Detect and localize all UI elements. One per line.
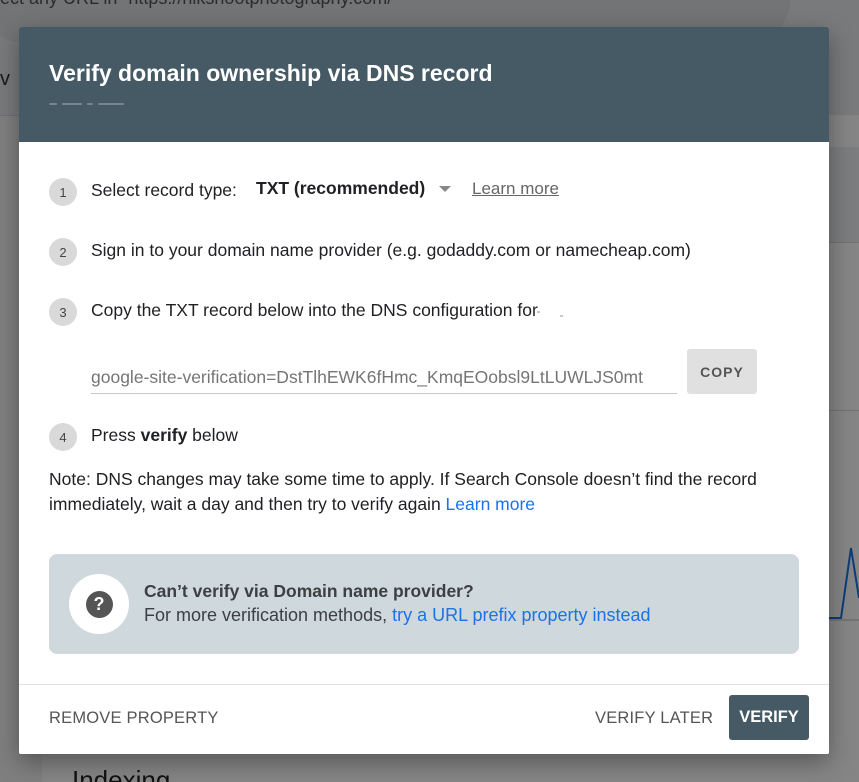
record-type-select[interactable]: TXT (recommended): [256, 178, 452, 199]
step-number: 1: [49, 178, 77, 206]
url-prefix-link[interactable]: try a URL prefix property instead: [392, 605, 650, 625]
step-number: 3: [49, 298, 77, 326]
callout-body: For more verification methods, try a URL…: [144, 605, 651, 626]
note-text: Note: DNS changes may take some time to …: [49, 469, 757, 514]
redacted-domain: [537, 311, 565, 317]
step-text: Select record type:: [91, 180, 237, 200]
step-text: Press verify below: [91, 425, 238, 446]
help-icon: ?: [85, 590, 113, 618]
dialog-title: Verify domain ownership via DNS record: [49, 60, 493, 86]
step-text: Copy the TXT record below into the DNS c…: [91, 300, 538, 320]
verify-button[interactable]: VERIFY: [729, 695, 809, 740]
alternative-method-callout: ? Can’t verify via Domain name provider?…: [49, 554, 799, 654]
copy-button[interactable]: COPY: [687, 349, 757, 394]
dialog-footer: REMOVE PROPERTY VERIFY LATER VERIFY: [19, 684, 829, 754]
learn-more-link[interactable]: Learn more: [472, 179, 559, 199]
step-text-before: Press: [91, 425, 141, 445]
step-number: 4: [49, 423, 77, 451]
help-icon-container: ?: [69, 574, 129, 634]
verify-dns-dialog: Verify domain ownership via DNS record 1…: [19, 27, 829, 754]
record-type-value: TXT (recommended): [256, 178, 426, 198]
dialog-subtitle-redacted: [49, 99, 139, 109]
step-number: 2: [49, 238, 77, 266]
chevron-down-icon: [439, 185, 452, 192]
callout-title: Can’t verify via Domain name provider?: [144, 581, 474, 601]
remove-property-button[interactable]: REMOVE PROPERTY: [49, 709, 219, 728]
dns-note: Note: DNS changes may take some time to …: [49, 467, 789, 517]
txt-record-field[interactable]: google-site-verification=DstTlhEWK6fHmc_…: [91, 367, 677, 394]
callout-body-text: For more verification methods,: [144, 605, 393, 625]
dialog-header: Verify domain ownership via DNS record: [19, 27, 829, 142]
step-text: Sign in to your domain name provider (e.…: [91, 240, 691, 260]
verify-later-button[interactable]: VERIFY LATER: [595, 709, 713, 728]
step-text-bold: verify: [140, 425, 188, 445]
step-text-after: below: [187, 425, 238, 445]
note-learn-more-link[interactable]: Learn more: [446, 494, 536, 514]
